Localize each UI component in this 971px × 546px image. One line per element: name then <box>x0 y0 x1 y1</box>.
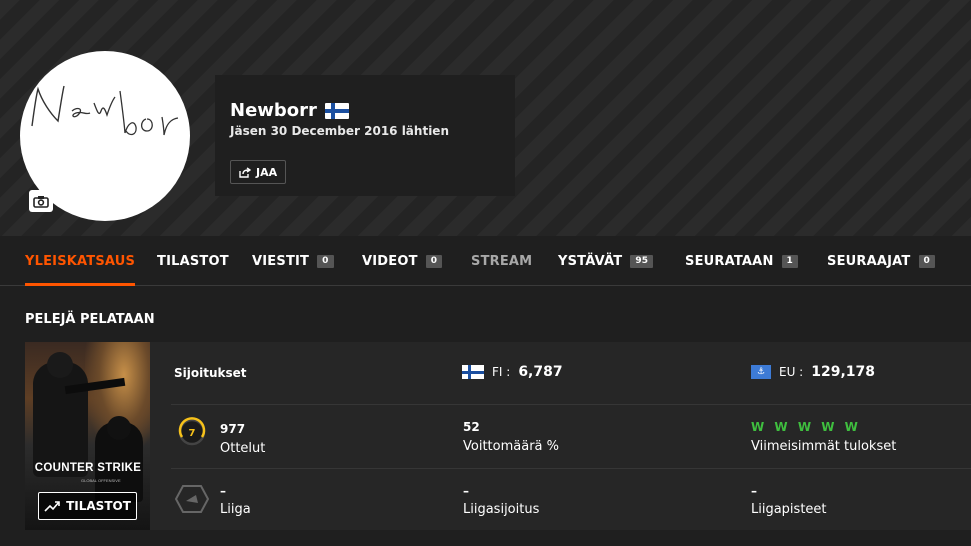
finland-flag-icon <box>324 102 349 119</box>
recent-results: W W W W W <box>751 420 861 434</box>
tab-count-badge: 0 <box>918 254 935 268</box>
region-rank[interactable]: ⚓ EU : 129,178 <box>751 364 875 380</box>
win-rate-value: 52 <box>463 420 480 434</box>
game-card-csgo: COUNTER STRIKE GLOBAL OFFENSIVE TILASTOT… <box>25 342 971 530</box>
league-rank-value: – <box>463 484 469 498</box>
share-label: JAA <box>256 165 278 179</box>
matches-value: 977 <box>220 422 246 436</box>
skill-level-value: 7 <box>189 428 196 439</box>
tab-followers[interactable]: SEURAAJAT 0 <box>827 236 935 286</box>
league-value: – <box>220 484 226 498</box>
camera-icon <box>33 195 49 208</box>
tab-label: VIESTIT <box>252 253 310 269</box>
matches-label: Ottelut <box>220 441 266 456</box>
row-divider <box>171 468 971 469</box>
tab-label: STREAM <box>471 253 533 269</box>
win-rate-label: Voittomäärä % <box>463 439 559 454</box>
tab-label: YSTÄVÄT <box>558 253 623 269</box>
country-rank[interactable]: FI : 6,787 <box>462 364 563 380</box>
tab-count-badge: 0 <box>425 254 443 268</box>
cover-soldier <box>33 352 88 477</box>
profile-tabs: YLEISKATSAUS TILASTOT VIESTIT 0 VIDEOT 0… <box>0 236 971 286</box>
tab-messages[interactable]: VIESTIT 0 <box>252 236 334 286</box>
row-divider <box>171 404 971 405</box>
league-icon <box>175 485 209 513</box>
country-rank-value: 6,787 <box>518 364 563 380</box>
game-stats-label: TILASTOT <box>66 499 131 513</box>
tab-label: VIDEOT <box>362 253 418 269</box>
profile-card: Newborr Jäsen 30 December 2016 lähtien J… <box>215 75 515 196</box>
change-avatar-button[interactable] <box>29 190 53 212</box>
share-icon <box>239 166 251 178</box>
rankings-label: Sijoitukset <box>174 366 247 380</box>
share-button[interactable]: JAA <box>230 160 287 184</box>
tab-count-badge: 95 <box>630 254 654 268</box>
game-cover-image[interactable]: COUNTER STRIKE GLOBAL OFFENSIVE TILASTOT <box>25 342 150 530</box>
tab-friends[interactable]: YSTÄVÄT 95 <box>558 236 654 286</box>
tab-label: SEURATAAN <box>685 253 774 269</box>
tab-overview[interactable]: YLEISKATSAUS <box>25 236 136 286</box>
league-points-label: Liigapisteet <box>751 502 827 517</box>
recent-results-label: Viimeisimmät tulokset <box>751 439 897 454</box>
tab-stream[interactable]: STREAM <box>471 236 532 286</box>
tab-following[interactable]: SEURATAAN 1 <box>685 236 798 286</box>
league-rank-label: Liigasijoitus <box>463 502 540 517</box>
tab-count-badge: 0 <box>317 254 334 268</box>
tab-label: TILASTOT <box>157 253 229 269</box>
game-logo: COUNTER STRIKE <box>34 462 142 474</box>
tab-stats[interactable]: TILASTOT <box>157 236 229 286</box>
nickname: Newborr <box>230 100 317 121</box>
league-label: Liiga <box>220 502 251 517</box>
region-rank-value: 129,178 <box>811 364 875 380</box>
tab-label: YLEISKATSAUS <box>25 253 136 269</box>
finland-flag-icon <box>462 365 484 379</box>
tab-videos[interactable]: VIDEOT 0 <box>362 236 443 286</box>
region-rank-label: EU : <box>779 365 804 379</box>
europe-flag-icon: ⚓ <box>751 365 771 379</box>
game-logo-sub: GLOBAL OFFENSIVE <box>81 478 121 483</box>
country-rank-label: FI : <box>492 365 511 379</box>
tab-count-badge: 1 <box>781 254 798 268</box>
skill-level-icon: 7 <box>178 417 206 446</box>
tab-label: SEURAAJAT <box>827 253 911 269</box>
trend-icon <box>44 501 60 512</box>
game-stats-button[interactable]: TILASTOT <box>38 492 137 520</box>
section-title: PELEJÄ PELATAAN <box>25 312 155 327</box>
member-since: Jäsen 30 December 2016 lähtien <box>230 124 449 138</box>
league-points-value: – <box>751 484 757 498</box>
